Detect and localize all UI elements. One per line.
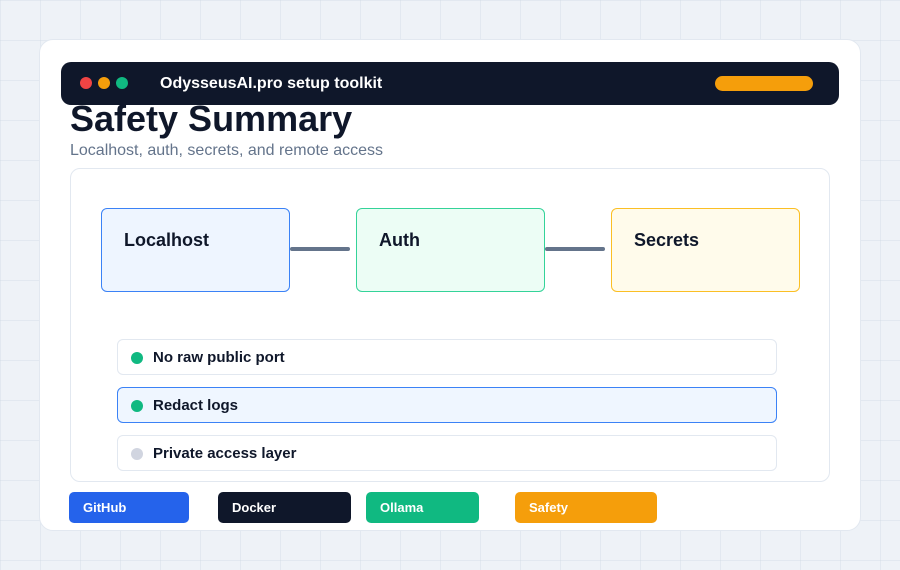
flow-node-secrets[interactable]: Secrets (611, 208, 800, 292)
flow-node-label: Localhost (124, 230, 210, 250)
titlebar-accent-pill[interactable] (715, 76, 813, 91)
tag-github[interactable]: GitHub (69, 492, 189, 523)
flow-connector (545, 247, 605, 251)
checklist-item-label: No raw public port (153, 349, 285, 366)
tag-ollama[interactable]: Ollama (366, 492, 479, 523)
close-window-icon[interactable] (80, 77, 92, 89)
page-subtitle: Localhost, auth, secrets, and remote acc… (70, 142, 384, 159)
flow-node-label: Auth (379, 230, 420, 250)
tag-docker[interactable]: Docker (218, 492, 351, 523)
maximize-window-icon[interactable] (116, 77, 128, 89)
minimize-window-icon[interactable] (98, 77, 110, 89)
flow-connector (290, 247, 350, 251)
checklist-item-redact-logs[interactable]: Redact logs (117, 387, 777, 423)
status-dot-icon (131, 400, 143, 412)
status-dot-icon (131, 448, 143, 460)
checklist-item-no-raw-public-port[interactable]: No raw public port (117, 339, 777, 375)
status-dot-icon (131, 352, 143, 364)
checklist-item-private-access-layer[interactable]: Private access layer (117, 435, 777, 471)
page-title: Safety Summary (70, 98, 353, 139)
flow-node-label: Secrets (634, 230, 700, 250)
checklist-item-label: Redact logs (153, 397, 239, 414)
tag-safety[interactable]: Safety (515, 492, 657, 523)
flow-node-localhost[interactable]: Localhost (101, 208, 290, 292)
checklist-item-label: Private access layer (153, 445, 297, 462)
app-title: OdysseusAI.pro setup toolkit (160, 75, 383, 92)
flow-node-auth[interactable]: Auth (356, 208, 545, 292)
